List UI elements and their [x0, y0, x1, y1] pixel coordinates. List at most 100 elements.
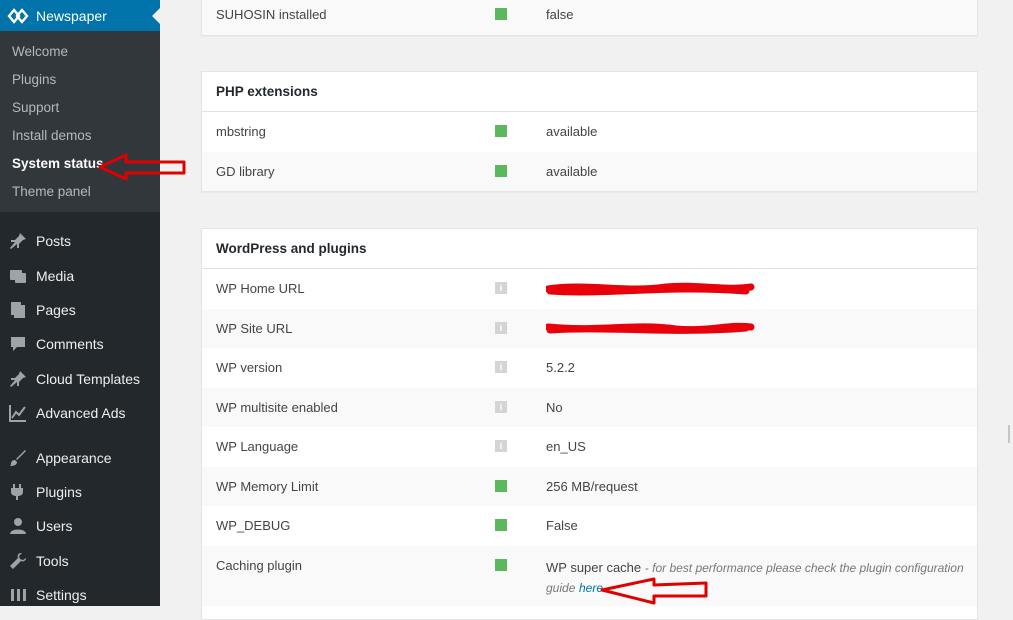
menu-users[interactable]: Users [0, 509, 160, 543]
pages-icon [8, 300, 28, 320]
newspaper-submenu: Welcome Plugins Support Install demos Sy… [0, 31, 160, 212]
menu-label: Tools [36, 552, 69, 569]
pin-icon [8, 231, 28, 251]
row-value: en_US [546, 439, 586, 455]
admin-sidebar: Newspaper Welcome Plugins Support Instal… [0, 0, 160, 606]
caching-note-guide: guide [546, 580, 576, 595]
newspaper-logo-icon [7, 5, 29, 27]
dash: - [644, 560, 653, 575]
wordpress-plugins-panel: WordPress and plugins WP Home URL i WP S… [201, 228, 978, 620]
wrench-icon [8, 551, 28, 571]
row-label: WP Site URL [216, 320, 293, 336]
server-panel: SUHOSIN installed false [201, 0, 978, 36]
row-label: WP Memory Limit [216, 478, 319, 494]
annotation-arrow-system-status [98, 153, 186, 181]
row-value [546, 309, 756, 349]
status-ok-icon [495, 8, 507, 20]
menu-settings[interactable]: Settings [0, 578, 160, 606]
menu-advanced-ads[interactable]: Advanced Ads [0, 396, 160, 430]
menu-label: Settings [36, 587, 87, 604]
menu-label: Advanced Ads [36, 405, 126, 422]
row-value: available [546, 163, 598, 179]
menu-label: Plugins [36, 483, 82, 500]
table-row: mbstring available [202, 112, 977, 152]
caching-note: for best performance please check the pl… [652, 560, 964, 575]
media-icon [8, 266, 28, 286]
menu-media[interactable]: Media [0, 258, 160, 292]
row-label: Caching plugin [216, 558, 303, 573]
submenu-theme-panel[interactable]: Theme panel [0, 178, 160, 206]
submenu-install-demos[interactable]: Install demos [0, 122, 160, 150]
menu-label: Appearance [36, 449, 112, 466]
menu-posts[interactable]: Posts [0, 224, 160, 258]
submenu-plugins[interactable]: Plugins [0, 66, 160, 94]
row-value: false [546, 7, 574, 23]
row-label: GD library [216, 163, 275, 179]
menu-pages[interactable]: Pages [0, 293, 160, 327]
row-value: 5.2.2 [546, 360, 575, 376]
panel-title: PHP extensions [202, 72, 977, 112]
status-ok-icon [495, 125, 507, 137]
table-row: WP Language i en_US [202, 427, 977, 467]
settings-icon [8, 585, 28, 605]
annotation-arrow-caching-link [600, 577, 708, 605]
status-ok-icon [495, 164, 507, 177]
plugin-icon [8, 482, 28, 502]
row-label: WP Language [216, 439, 299, 455]
scrollbar-handle[interactable] [1005, 423, 1013, 445]
menu-label: Media [36, 267, 75, 284]
row-value [546, 269, 756, 309]
chart-icon [8, 403, 28, 423]
row-value: False [546, 518, 578, 534]
menu-comments[interactable]: Comments [0, 327, 160, 361]
info-icon[interactable]: i [495, 400, 507, 413]
brush-icon [8, 448, 28, 468]
status-ok-icon [495, 519, 507, 531]
comments-icon [8, 334, 28, 354]
row-value: No [546, 399, 563, 415]
submenu-support[interactable]: Support [0, 94, 160, 122]
caching-plugin-name: WP super cache [546, 559, 642, 575]
panel-title: WordPress and plugins [202, 229, 977, 269]
submenu-welcome[interactable]: Welcome [0, 38, 160, 66]
menu-tools[interactable]: Tools [0, 544, 160, 578]
table-row: SUHOSIN installed false [202, 0, 977, 35]
menu-plugins[interactable]: Plugins [0, 475, 160, 509]
row-label: WP_DEBUG [216, 518, 291, 534]
menu-label: Posts [36, 233, 72, 250]
pin-icon [8, 369, 28, 389]
brand-label: Newspaper [36, 7, 107, 24]
current-menu-notch [152, 8, 160, 24]
table-row: WP Home URL i [202, 269, 977, 309]
info-icon[interactable]: i [495, 361, 507, 373]
row-label: WP multisite enabled [216, 399, 338, 415]
user-icon [8, 516, 28, 536]
row-label: SUHOSIN installed [216, 7, 327, 23]
redaction-scribble [546, 282, 755, 296]
php-extensions-panel: PHP extensions mbstring available GD lib… [201, 71, 978, 192]
table-row: WP multisite enabled i No [202, 387, 977, 427]
status-ok-icon [495, 479, 507, 492]
menu-label: Comments [36, 336, 104, 353]
info-icon[interactable]: i [495, 440, 507, 452]
info-icon[interactable]: i [495, 282, 507, 294]
menu-label: Pages [36, 301, 76, 318]
menu-label: Users [36, 518, 73, 535]
row-label: WP version [216, 360, 283, 376]
menu-label: Cloud Templates [36, 370, 141, 387]
status-ok-icon [495, 558, 507, 571]
row-value: available [546, 124, 598, 140]
table-row: Caching plugin WP super cache - for best… [202, 545, 977, 606]
menu-appearance[interactable]: Appearance [0, 440, 160, 474]
table-row: WP Memory Limit 256 MB/request [202, 466, 977, 506]
brand-menu-item[interactable]: Newspaper [0, 0, 160, 31]
admin-menu: Posts Media Pages Comments Cloud Templat… [0, 212, 160, 606]
row-label: WP Home URL [216, 281, 305, 297]
table-row: GD library available [202, 151, 977, 191]
info-icon[interactable]: i [495, 321, 507, 334]
table-row: WP_DEBUG False [202, 506, 977, 546]
menu-cloud-templates[interactable]: Cloud Templates [0, 362, 160, 396]
row-value: 256 MB/request [546, 478, 638, 494]
redaction-scribble [546, 323, 755, 335]
table-row: WP version i 5.2.2 [202, 348, 977, 388]
